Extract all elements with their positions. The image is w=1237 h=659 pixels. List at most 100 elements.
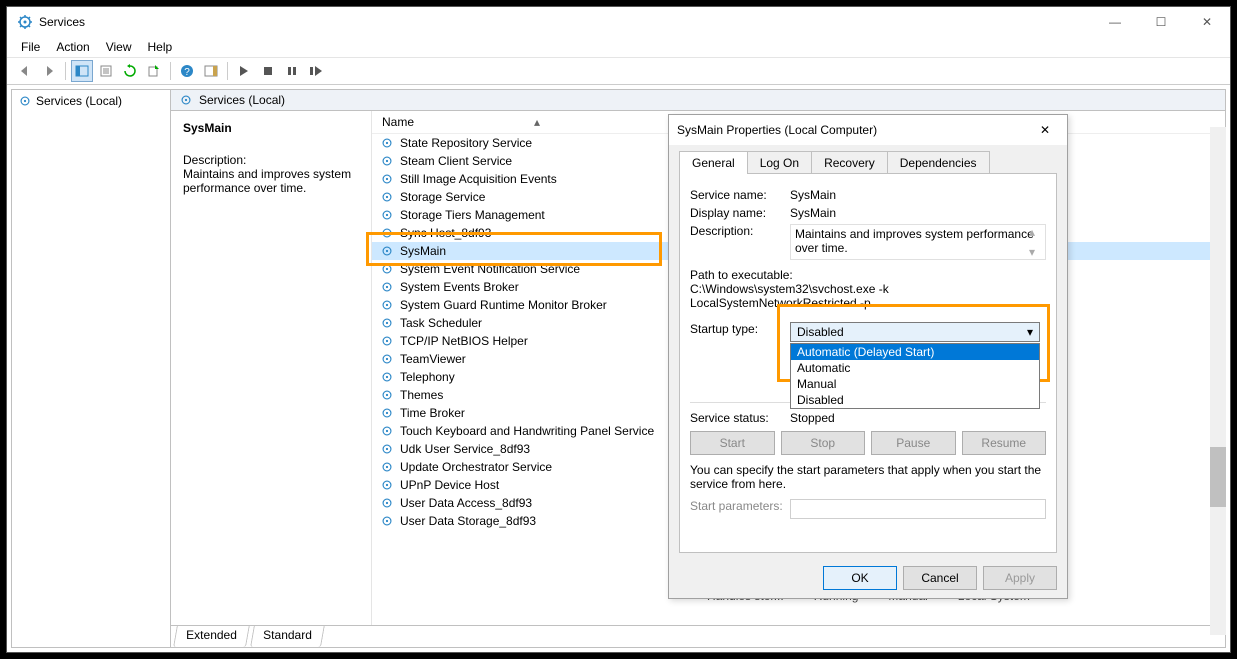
close-button[interactable]: ✕ [1184, 7, 1230, 37]
service-row-label: Still Image Acquisition Events [400, 172, 557, 186]
service-row-label: System Events Broker [400, 280, 519, 294]
gear-icon [380, 298, 394, 312]
gear-icon [380, 424, 394, 438]
service-row-label: User Data Storage_8df93 [400, 514, 536, 528]
start-params-label: Start parameters: [690, 499, 790, 513]
gear-icon [380, 136, 394, 150]
gear-icon [380, 442, 394, 456]
gear-icon [380, 406, 394, 420]
gear-icon [380, 352, 394, 366]
general-tab-panel: Service name: SysMain Display name: SysM… [679, 173, 1057, 553]
service-status-value: Stopped [790, 411, 1046, 425]
toolbar: ? [7, 57, 1230, 85]
dialog-titlebar[interactable]: SysMain Properties (Local Computer) ✕ [669, 115, 1067, 145]
chevron-down-icon: ▾ [1027, 325, 1033, 339]
restart-service-button[interactable] [305, 60, 327, 82]
startup-option-manual[interactable]: Manual [791, 376, 1039, 392]
titlebar: Services — ☐ ✕ [7, 7, 1230, 37]
service-row-label: SysMain [400, 244, 446, 258]
service-description-panel: SysMain Description: Maintains and impro… [171, 111, 371, 625]
tab-standard[interactable]: Standard [250, 625, 325, 647]
properties-button[interactable] [95, 60, 117, 82]
service-row-label: System Event Notification Service [400, 262, 580, 276]
pause-service-button[interactable] [281, 60, 303, 82]
menu-view[interactable]: View [98, 38, 140, 56]
service-row-label: Themes [400, 388, 443, 402]
service-row-label: Udk User Service_8df93 [400, 442, 530, 456]
forward-button[interactable] [38, 60, 60, 82]
display-name-value: SysMain [790, 206, 1046, 220]
service-row-label: Touch Keyboard and Handwriting Panel Ser… [400, 424, 654, 438]
svg-text:?: ? [184, 67, 190, 78]
cancel-button[interactable]: Cancel [903, 566, 977, 590]
menu-help[interactable]: Help [140, 38, 181, 56]
gear-icon [380, 514, 394, 528]
tab-recovery[interactable]: Recovery [811, 151, 888, 174]
gear-icon [380, 280, 394, 294]
export-list-button[interactable] [143, 60, 165, 82]
tab-general[interactable]: General [679, 151, 748, 174]
gear-icon [179, 93, 193, 107]
resume-button[interactable]: Resume [962, 431, 1047, 455]
startup-type-select[interactable]: Disabled ▾ Automatic (Delayed Start) Aut… [790, 322, 1040, 342]
startup-option-disabled[interactable]: Disabled [791, 392, 1039, 408]
pane-scrollbar[interactable] [1210, 127, 1226, 635]
service-row-label: Storage Tiers Management [400, 208, 545, 222]
service-row-label: User Data Access_8df93 [400, 496, 532, 510]
apply-button[interactable]: Apply [983, 566, 1057, 590]
description-scroll[interactable]: ▴▾ [1029, 225, 1045, 259]
action-pane-button[interactable] [200, 60, 222, 82]
tab-extended[interactable]: Extended [173, 625, 250, 647]
show-hide-console-tree-button[interactable] [71, 60, 93, 82]
service-row-label: Task Scheduler [400, 316, 482, 330]
tab-log-on[interactable]: Log On [747, 151, 812, 174]
dialog-title: SysMain Properties (Local Computer) [677, 123, 1031, 137]
service-row-label: TCP/IP NetBIOS Helper [400, 334, 528, 348]
back-button[interactable] [14, 60, 36, 82]
service-row-label: Telephony [400, 370, 455, 384]
gear-icon [380, 460, 394, 474]
service-row-label: UPnP Device Host [400, 478, 499, 492]
menu-bar: File Action View Help [7, 37, 1230, 57]
startup-type-label: Startup type: [690, 322, 790, 336]
service-properties-dialog: SysMain Properties (Local Computer) ✕ Ge… [668, 114, 1068, 599]
selected-service-name: SysMain [183, 121, 359, 135]
dialog-close-button[interactable]: ✕ [1031, 116, 1059, 144]
path-label: Path to executable: [690, 268, 1046, 282]
stop-button[interactable]: Stop [781, 431, 866, 455]
dialog-tabs: General Log On Recovery Dependencies [669, 145, 1067, 174]
menu-action[interactable]: Action [48, 38, 97, 56]
scrollbar-thumb[interactable] [1210, 447, 1226, 507]
start-button[interactable]: Start [690, 431, 775, 455]
pause-button[interactable]: Pause [871, 431, 956, 455]
description-field: Maintains and improves system performanc… [790, 224, 1046, 260]
start-service-button[interactable] [233, 60, 255, 82]
service-row-label: System Guard Runtime Monitor Broker [400, 298, 607, 312]
service-name-value: SysMain [790, 188, 1046, 202]
gear-icon [380, 262, 394, 276]
description-label: Description: [183, 153, 359, 167]
gear-icon [18, 94, 32, 108]
refresh-button[interactable] [119, 60, 141, 82]
menu-file[interactable]: File [13, 38, 48, 56]
stop-service-button[interactable] [257, 60, 279, 82]
app-icon [17, 14, 33, 30]
tree-root-services-local[interactable]: Services (Local) [12, 90, 170, 112]
service-row-label: Steam Client Service [400, 154, 512, 168]
gear-icon [380, 496, 394, 510]
tab-dependencies[interactable]: Dependencies [887, 151, 990, 174]
description-text: Maintains and improves system performanc… [183, 167, 359, 195]
service-status-label: Service status: [690, 411, 790, 425]
gear-icon [380, 388, 394, 402]
startup-type-value: Disabled [797, 325, 844, 339]
ok-button[interactable]: OK [823, 566, 897, 590]
service-row-label: Storage Service [400, 190, 485, 204]
maximize-button[interactable]: ☐ [1138, 7, 1184, 37]
minimize-button[interactable]: — [1092, 7, 1138, 37]
startup-option-automatic-delayed[interactable]: Automatic (Delayed Start) [791, 344, 1039, 360]
start-params-input[interactable] [790, 499, 1046, 519]
help-button[interactable]: ? [176, 60, 198, 82]
gear-icon [380, 226, 394, 240]
display-name-label: Display name: [690, 206, 790, 220]
startup-option-automatic[interactable]: Automatic [791, 360, 1039, 376]
